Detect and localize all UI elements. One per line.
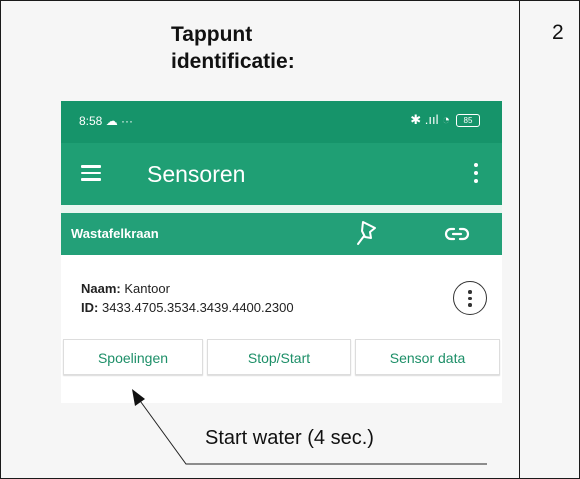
more-vertical-icon[interactable]	[474, 163, 480, 185]
instruction-title: Tappunt identificatie:	[171, 21, 295, 75]
instruction-panel: Tappunt identificatie: 2 8:58 ☁ ··· ✱ .ı…	[0, 0, 580, 479]
status-icons: ✱ .ııl ◔ 85	[410, 112, 480, 128]
sensor-card: Naam: Kantoor ID: 3433.4705.3534.3439.44…	[61, 255, 502, 403]
callout-text: Start water (4 sec.)	[205, 427, 374, 449]
instruction-title-line1: Tappunt	[171, 23, 253, 46]
naam-value: Kantoor	[124, 281, 170, 296]
sensor-naam: Naam: Kantoor	[81, 281, 170, 296]
card-more-icon[interactable]	[453, 281, 487, 315]
step-number: 2	[552, 21, 564, 44]
sensor-name: Wastafelkraan	[71, 226, 159, 241]
app-title: Sensoren	[147, 161, 246, 187]
sensor-id: ID: 3433.4705.3534.3439.4400.2300	[81, 300, 294, 315]
sensor-header[interactable]: Wastafelkraan	[61, 213, 502, 255]
naam-label: Naam:	[81, 281, 121, 296]
stop-start-button[interactable]: Stop/Start	[207, 339, 351, 375]
instruction-title-line2: identificatie:	[171, 50, 295, 73]
status-notifications: ☁ ···	[105, 114, 134, 128]
status-bar: 8:58 ☁ ··· ✱ .ııl ◔ 85	[61, 101, 502, 143]
pin-icon[interactable]	[354, 219, 382, 247]
link-icon[interactable]	[444, 225, 470, 243]
bluetooth-signal-wifi-icons: ✱ .ııl ◔	[410, 112, 450, 127]
status-time: 8:58 ☁ ···	[79, 114, 133, 128]
panel-divider	[519, 1, 520, 478]
action-buttons: Spoelingen Stop/Start Sensor data	[61, 339, 502, 375]
id-label: ID:	[81, 300, 99, 315]
separator-strip	[61, 205, 502, 213]
app-bar: Sensoren	[61, 143, 502, 205]
hamburger-menu-icon[interactable]	[81, 165, 101, 181]
phone-screenshot: 8:58 ☁ ··· ✱ .ııl ◔ 85 Sensoren Wastafel…	[61, 101, 502, 403]
battery-icon: 85	[456, 113, 480, 127]
spoelingen-button[interactable]: Spoelingen	[63, 339, 203, 375]
status-clock: 8:58	[79, 114, 103, 128]
id-value: 3433.4705.3534.3439.4400.2300	[101, 300, 294, 315]
sensor-data-button[interactable]: Sensor data	[355, 339, 500, 375]
